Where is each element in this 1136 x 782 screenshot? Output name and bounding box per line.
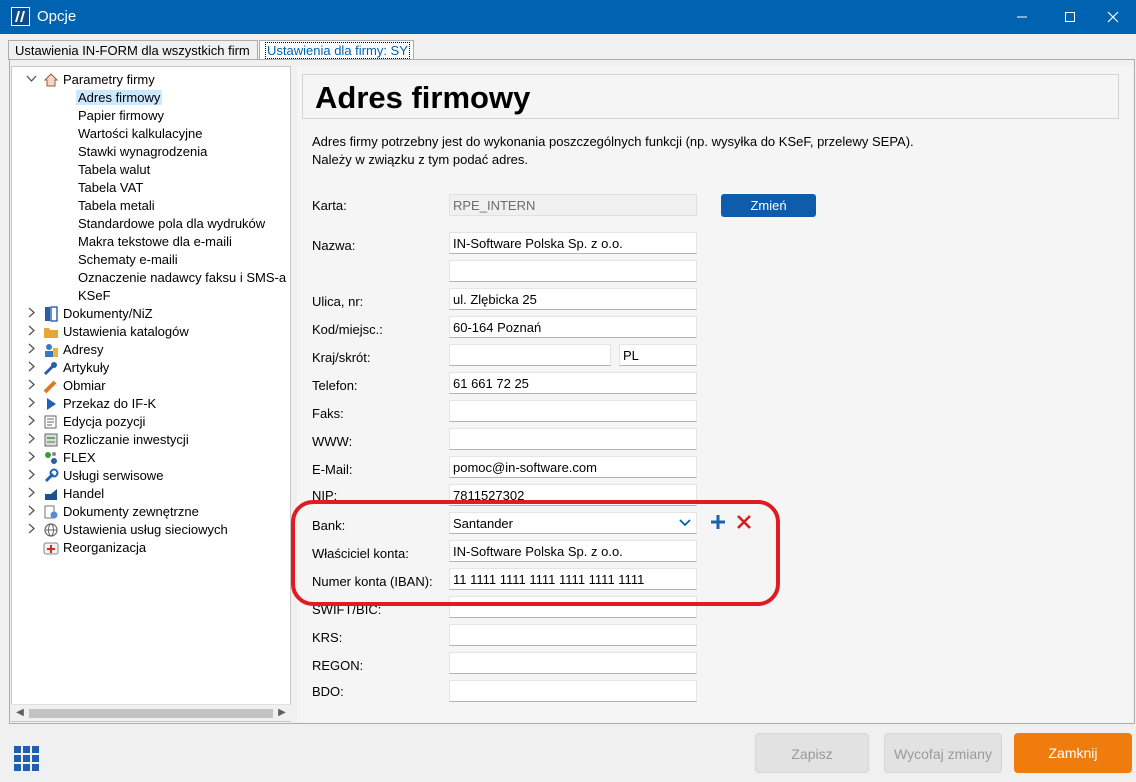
chevron-right-icon xyxy=(26,379,38,393)
faks-label: Faks: xyxy=(312,406,344,421)
telefon-label: Telefon: xyxy=(312,378,358,393)
nazwa-field-2[interactable] xyxy=(449,260,697,282)
minimize-button[interactable] xyxy=(999,0,1045,34)
tree-item-obmiar[interactable]: Obmiar xyxy=(26,378,286,396)
title-bar: Opcje xyxy=(0,0,1136,34)
nazwa-field[interactable]: IN-Software Polska Sp. z o.o. xyxy=(449,232,697,254)
scrollbar-thumb[interactable] xyxy=(29,709,273,718)
wrench-icon xyxy=(43,468,59,484)
documents-icon xyxy=(43,306,59,322)
tree-item-reorganizacja[interactable]: Reorganizacja xyxy=(26,540,286,558)
flex-icon xyxy=(43,450,59,466)
app-logo-icon xyxy=(11,7,30,26)
faks-field[interactable] xyxy=(449,400,697,422)
ulica-field[interactable]: ul. Zlębicka 25 xyxy=(449,288,697,310)
chevron-right-icon xyxy=(26,433,38,447)
chevron-right-icon xyxy=(26,307,38,321)
tree-item-dokumenty-niz[interactable]: Dokumenty/NiZ xyxy=(26,306,286,324)
krs-label: KRS: xyxy=(312,630,343,645)
globe-icon xyxy=(43,522,59,538)
karta-field: RPE_INTERN xyxy=(449,194,697,216)
krs-field[interactable] xyxy=(449,624,697,646)
chevron-right-icon xyxy=(26,361,38,375)
tree-item-dokumenty-zewnetrzne[interactable]: Dokumenty zewnętrzne xyxy=(26,504,286,522)
tree-item-flex[interactable]: FLEX xyxy=(26,450,286,468)
email-field[interactable]: pomoc@in-software.com xyxy=(449,456,697,478)
apps-grid-icon[interactable] xyxy=(14,746,40,772)
kraj-skrot-field[interactable]: PL xyxy=(619,344,697,366)
karta-label: Karta: xyxy=(312,198,347,213)
tree-item-przekaz-ifk[interactable]: Przekaz do IF-K xyxy=(26,396,286,414)
play-icon xyxy=(43,396,59,412)
chevron-right-icon xyxy=(26,415,38,429)
close-window-button[interactable] xyxy=(1090,0,1136,34)
ulica-label: Ulica, nr: xyxy=(312,294,364,309)
tree-item-uslugi-serwisowe[interactable]: Usługi serwisowe xyxy=(26,468,286,486)
ledger-icon xyxy=(43,432,59,448)
www-field[interactable] xyxy=(449,428,697,450)
chevron-right-icon xyxy=(26,325,38,339)
folder-icon xyxy=(43,324,59,340)
pencil-icon xyxy=(43,378,59,394)
chevron-right-icon xyxy=(26,487,38,501)
tree-horizontal-scrollbar[interactable]: ◀ ▶ xyxy=(11,704,291,721)
chevron-right-icon xyxy=(26,451,38,465)
tree-item-artykuly[interactable]: Artykuły xyxy=(26,360,286,378)
scroll-left-icon[interactable]: ◀ xyxy=(13,707,27,720)
page-title: Adres firmowy xyxy=(315,80,531,115)
window-title: Opcje xyxy=(37,8,77,25)
tree-item-handel[interactable]: Handel xyxy=(26,486,286,504)
kraj-label: Kraj/skrót: xyxy=(312,350,371,365)
close-icon xyxy=(1107,11,1119,23)
tree-item-ustawienia-uslug-sieciowych[interactable]: Ustawienia usług sieciowych xyxy=(26,522,286,540)
bdo-field[interactable] xyxy=(449,680,697,702)
kod-miejscowosc-field[interactable]: 60-164 Poznań xyxy=(449,316,697,338)
chevron-right-icon xyxy=(26,343,38,357)
minimize-icon xyxy=(1017,16,1027,18)
chevron-right-icon xyxy=(26,505,38,519)
maximize-button[interactable] xyxy=(1047,0,1093,34)
save-button[interactable]: Zapisz xyxy=(755,733,869,773)
section-description: Adres firmy potrzebny jest do wykonania … xyxy=(312,134,914,167)
kraj-field[interactable] xyxy=(449,344,611,366)
chevron-down-icon xyxy=(26,73,38,87)
tab-global-settings[interactable]: Ustawienia IN-FORM dla wszystkich firm xyxy=(8,40,258,60)
kod-label: Kod/miejsc.: xyxy=(312,322,383,337)
bdo-label: BDO: xyxy=(312,684,344,699)
tree-item-rozliczanie-inwestycji[interactable]: Rozliczanie inwestycji xyxy=(26,432,286,450)
home-icon xyxy=(43,72,59,88)
www-label: WWW: xyxy=(312,434,353,449)
chevron-right-icon xyxy=(26,469,38,483)
chevron-right-icon xyxy=(26,397,38,411)
regon-label: REGON: xyxy=(312,658,364,673)
section-header: Adres firmowy xyxy=(302,74,1119,119)
change-card-button[interactable]: Zmień xyxy=(721,194,816,217)
nazwa-label: Nazwa: xyxy=(312,238,356,253)
tree-item-edycja-pozycji[interactable]: Edycja pozycji xyxy=(26,414,286,432)
trade-icon xyxy=(43,486,59,502)
telefon-field[interactable]: 61 661 72 25 xyxy=(449,372,697,394)
first-aid-icon xyxy=(43,540,59,556)
email-label: E-Mail: xyxy=(312,462,353,477)
bank-section-highlight xyxy=(291,500,780,606)
tab-company-settings[interactable]: Ustawienia dla firmy: SY xyxy=(259,40,414,60)
content-panel: Adres firmowy Adres firmy potrzebny jest… xyxy=(297,66,1133,722)
settings-tree: Parametry firmy Adres firmowy Papier fir… xyxy=(11,66,291,722)
maximize-icon xyxy=(1065,12,1075,22)
scroll-right-icon[interactable]: ▶ xyxy=(275,707,289,720)
close-button[interactable]: Zamknij xyxy=(1014,733,1132,773)
chevron-right-icon xyxy=(26,523,38,537)
tree-item-ustawienia-katalogow[interactable]: Ustawienia katalogów xyxy=(26,324,286,342)
revert-changes-button[interactable]: Wycofaj zmiany xyxy=(884,733,1002,773)
tree-item-adresy[interactable]: Adresy xyxy=(26,342,286,360)
address-book-icon xyxy=(43,342,59,358)
edit-icon xyxy=(43,414,59,430)
external-docs-icon xyxy=(43,504,59,520)
tree-item-parametry-firmy[interactable]: Parametry firmy xyxy=(26,72,286,90)
regon-field[interactable] xyxy=(449,652,697,674)
tools-icon xyxy=(43,360,59,376)
